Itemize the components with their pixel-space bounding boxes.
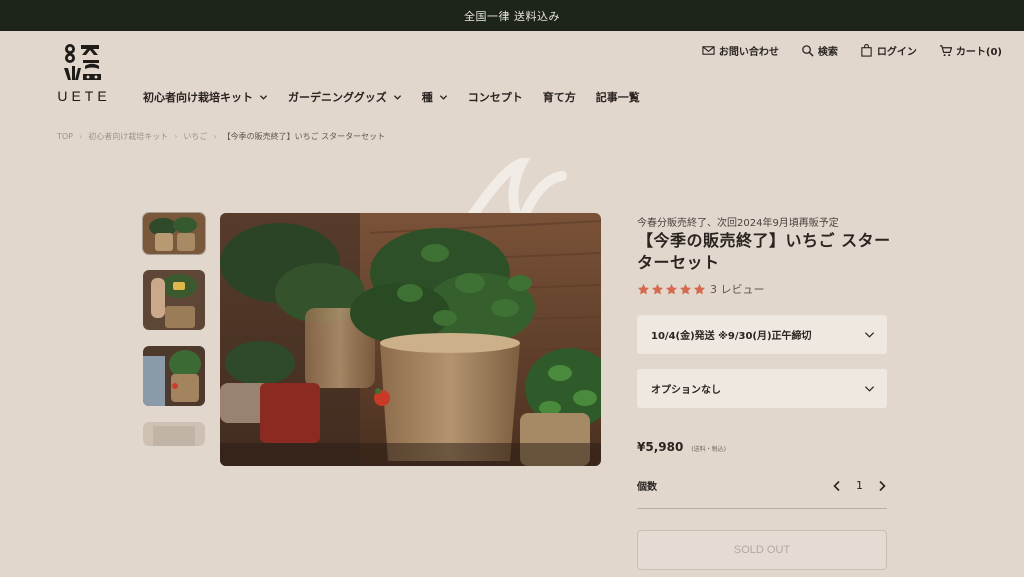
sold-out-button[interactable]: SOLD OUT (637, 530, 887, 570)
announcement-bar: 全国一律 送料込み (0, 0, 1024, 31)
thumbnail-1[interactable] (142, 212, 206, 255)
review-count: 3 レビュー (710, 283, 765, 296)
option-select[interactable]: オプションなし (637, 369, 887, 408)
quantity-row: 個数 1 (637, 463, 887, 509)
breadcrumb-separator: › (79, 132, 83, 141)
breadcrumb-separator: › (213, 132, 217, 141)
product-rating[interactable]: 3 レビュー (637, 281, 765, 297)
nav-item-label: 初心者向け栽培キット (143, 91, 253, 104)
logo-text: UETE (57, 88, 111, 104)
thumbnail-photo (143, 213, 205, 254)
price-block: ¥5,980 (送料・税込) (637, 440, 726, 454)
cart-link[interactable]: カート(0) (939, 43, 1002, 58)
thumbnail-2[interactable] (143, 270, 205, 330)
thumbnail-4[interactable] (143, 422, 205, 446)
product-title: 【今季の販売終了】いちご スターターセット (637, 231, 891, 272)
site-logo[interactable]: UETE (56, 42, 112, 106)
main-nav: 初心者向け栽培キット ガーデニンググッズ 種 コンセプト 育て方 記事一覧 (143, 89, 640, 105)
chevron-right-icon[interactable] (877, 480, 887, 492)
announcement-text: 全国一律 送料込み (464, 9, 560, 23)
nav-item-concept[interactable]: コンセプト (468, 89, 523, 105)
breadcrumb-home[interactable]: TOP (57, 132, 73, 141)
sales-notice: 今春分販売終了、次回2024年9月頃再販予定 (637, 218, 839, 229)
quantity-stepper[interactable]: 1 (832, 479, 887, 492)
star-icon (679, 283, 692, 294)
breadcrumb-category[interactable]: 初心者向け栽培キット (88, 131, 168, 142)
decorative-swash (467, 158, 567, 218)
breadcrumb-current: 【今季の販売終了】いちご スターターセット (222, 132, 386, 141)
quantity-label: 個数 (637, 482, 657, 493)
nav-item-seeds[interactable]: 種 (422, 89, 448, 105)
login-label: ログイン (876, 47, 917, 58)
logo-mark-icon (64, 44, 101, 80)
star-icon (693, 283, 706, 294)
nav-item-gardening-goods[interactable]: ガーデニンググッズ (288, 89, 402, 105)
login-link[interactable]: ログイン (860, 43, 917, 58)
nav-item-articles[interactable]: 記事一覧 (596, 89, 640, 105)
option-value: オプションなし (651, 385, 721, 396)
utility-nav: お問い合わせ 検索 ログイン カート(0) (702, 43, 1002, 58)
contact-link[interactable]: お問い合わせ (702, 43, 779, 58)
chevron-down-icon (864, 332, 875, 338)
nav-item-label: ガーデニンググッズ (288, 91, 387, 104)
contact-label: お問い合わせ (718, 47, 779, 58)
breadcrumb-subcategory[interactable]: いちご (183, 131, 207, 142)
nav-item-label: コンセプト (467, 91, 523, 104)
product-main-image[interactable] (220, 213, 601, 466)
star-rating (637, 283, 706, 296)
strawberry-plant-photo (220, 213, 601, 466)
quantity-value: 1 (856, 479, 863, 492)
chevron-down-icon (864, 386, 875, 392)
cart-icon (939, 45, 952, 57)
nav-item-label: 種 (421, 91, 433, 104)
nav-item-starter-kits[interactable]: 初心者向け栽培キット (143, 89, 268, 105)
search-link[interactable]: 検索 (801, 43, 838, 58)
star-icon (665, 283, 678, 294)
thumbnail-photo (143, 270, 205, 330)
search-icon (802, 45, 814, 57)
bag-icon (861, 44, 872, 57)
thumbnail-photo (143, 422, 205, 446)
shipping-date-select[interactable]: 10/4(金)発送 ※9/30(月)正午締切 (637, 315, 887, 354)
cart-label: カート(0) (955, 47, 1002, 58)
price-value: ¥5,980 (637, 440, 684, 454)
sold-out-label: SOLD OUT (733, 544, 791, 556)
thumbnail-photo (143, 346, 205, 406)
nav-item-label: 育て方 (542, 91, 576, 104)
search-label: 検索 (817, 47, 838, 58)
chevron-down-icon (439, 94, 447, 100)
breadcrumb-separator: › (174, 132, 178, 141)
price-note: (送料・税込) (691, 446, 726, 453)
breadcrumb: TOP › 初心者向け栽培キット › いちご › 【今季の販売終了】いちご スタ… (57, 131, 385, 142)
star-icon (651, 283, 664, 294)
star-icon (637, 283, 650, 294)
mail-icon (702, 46, 715, 55)
chevron-left-icon[interactable] (832, 480, 842, 492)
thumbnail-3[interactable] (143, 346, 205, 406)
chevron-down-icon (393, 94, 401, 100)
nav-item-how-to-grow[interactable]: 育て方 (543, 89, 576, 105)
shipping-date-value: 10/4(金)発送 ※9/30(月)正午締切 (651, 331, 812, 342)
chevron-down-icon (259, 94, 268, 100)
nav-item-label: 記事一覧 (595, 91, 640, 104)
